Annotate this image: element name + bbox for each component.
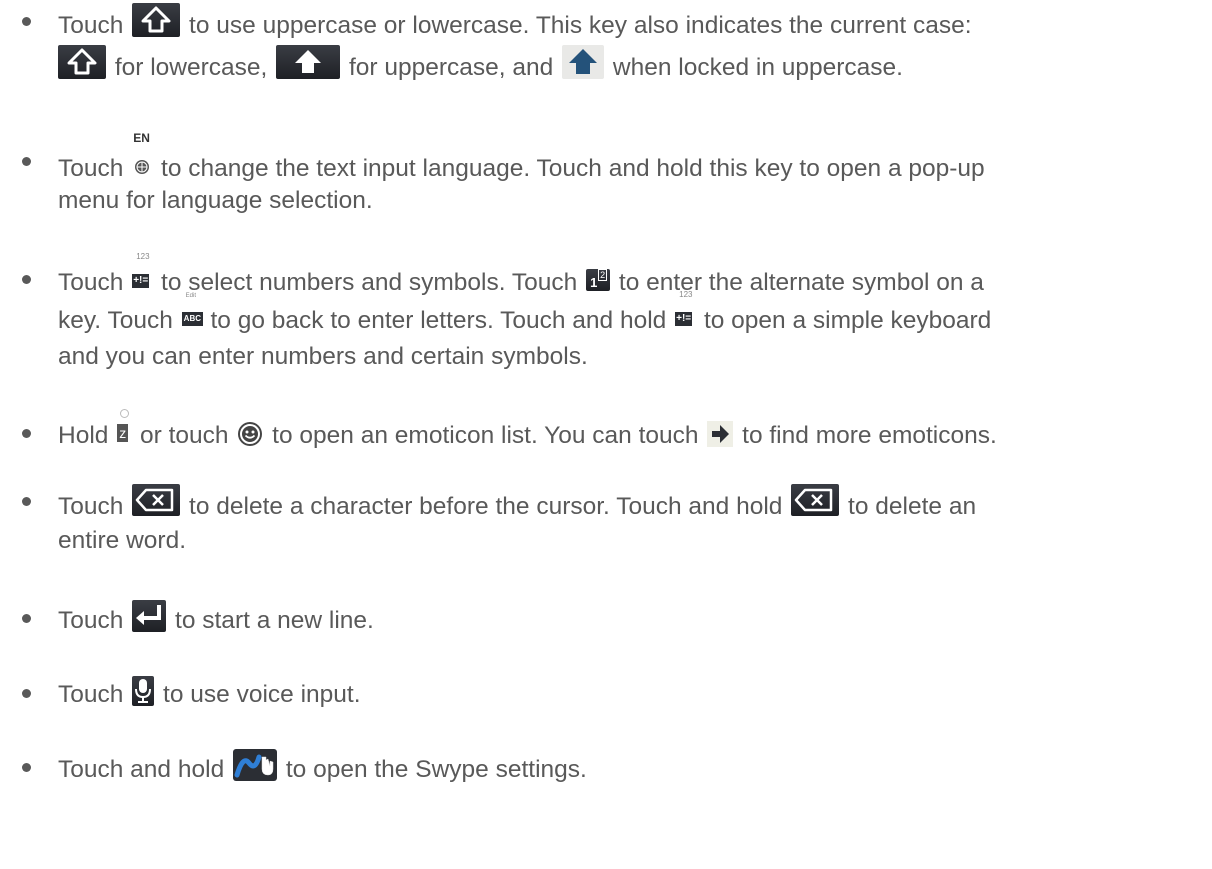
item-line: Hold z or touch to open an emoticon list… bbox=[58, 409, 1204, 453]
item-line: Touch 123 +!= to select numbers and symb… bbox=[58, 252, 1204, 300]
bullet bbox=[22, 614, 31, 623]
shift-uppercase-icon bbox=[276, 45, 341, 79]
item-line: entire word. bbox=[58, 527, 187, 554]
item-text: to delete an bbox=[848, 493, 977, 520]
shift-locked-icon bbox=[562, 45, 605, 79]
item-line: and you can enter numbers and certain sy… bbox=[58, 343, 588, 370]
key-bottom-label: ABC bbox=[181, 312, 204, 326]
bullet bbox=[22, 157, 31, 166]
smiley-icon bbox=[237, 421, 263, 447]
item-text: to use voice input. bbox=[163, 681, 361, 708]
abc-key-icon: Edit ABC bbox=[181, 293, 204, 334]
alternate-symbol-icon: 2 1 bbox=[586, 269, 611, 291]
item-line: key. Touch Edit ABC to go back to enter … bbox=[58, 290, 1204, 338]
item-text: Touch bbox=[58, 155, 124, 182]
key-top-label: 123 bbox=[679, 290, 693, 299]
item-text: Touch bbox=[58, 681, 124, 708]
bullet bbox=[22, 689, 31, 698]
item-text: Touch bbox=[58, 12, 124, 39]
item-line: for lowercase, for uppercase, and when l… bbox=[58, 45, 1204, 83]
item-line: Touch to use voice input. bbox=[58, 676, 1204, 714]
item-line: Touch to start a new line. bbox=[58, 600, 1204, 638]
item-text: key. Touch bbox=[58, 307, 173, 334]
z-key-icon: z bbox=[117, 409, 131, 449]
backspace-icon bbox=[132, 484, 181, 516]
item-text: to start a new line. bbox=[175, 607, 374, 634]
item-text: Touch and hold bbox=[58, 756, 225, 783]
item-text: to open a simple keyboard bbox=[703, 307, 992, 334]
instruction-list: Touch to use uppercase or lowercase. Thi… bbox=[0, 0, 1212, 869]
item-text: to open an emoticon list. You can touch bbox=[272, 422, 699, 449]
alt-key-superscript: 2 bbox=[598, 269, 608, 281]
language-code-label: EN bbox=[133, 131, 150, 145]
language-globe-icon: EN bbox=[132, 132, 152, 182]
item-text: to delete a character before the cursor.… bbox=[189, 493, 783, 520]
alt-key-digit: 1 bbox=[590, 275, 598, 290]
key-top-label: 123 bbox=[136, 252, 150, 261]
microphone-icon bbox=[132, 676, 155, 706]
key-top-label: Edit bbox=[185, 293, 197, 299]
bullet bbox=[22, 17, 31, 26]
symbols-key-icon: 123 +!= bbox=[132, 252, 152, 296]
bullet bbox=[22, 497, 31, 506]
item-text: to change the text input language. Touch… bbox=[161, 155, 985, 182]
shift-lowercase-icon bbox=[132, 3, 181, 37]
item-text: to open the Swype settings. bbox=[285, 756, 587, 783]
item-text: to enter the alternate symbol on a bbox=[618, 269, 984, 296]
symbols-key-icon: 123 +!= bbox=[675, 290, 695, 334]
item-line: Touch EN to change the text input langua… bbox=[58, 132, 1204, 182]
key-bottom-label: +!= bbox=[675, 312, 693, 326]
enter-icon bbox=[132, 600, 167, 632]
item-text: to select numbers and symbols. Touch bbox=[161, 269, 578, 296]
item-text: when locked in uppercase. bbox=[612, 54, 903, 81]
item-text: Touch bbox=[58, 269, 124, 296]
item-text: Hold bbox=[58, 422, 109, 449]
bullet bbox=[22, 275, 31, 284]
arrow-right-icon bbox=[707, 421, 734, 447]
smiley-hint-icon bbox=[120, 409, 130, 418]
item-line: Touch to delete a character before the c… bbox=[58, 484, 1204, 522]
item-text: Touch bbox=[58, 607, 124, 634]
item-text: to go back to enter letters. Touch and h… bbox=[210, 307, 667, 334]
item-text: to use uppercase or lowercase. This key … bbox=[189, 12, 972, 39]
item-line: menu for language selection. bbox=[58, 187, 373, 214]
shift-lowercase-icon bbox=[58, 45, 106, 79]
item-text: for uppercase, and bbox=[348, 54, 554, 81]
swype-icon bbox=[233, 749, 278, 781]
key-letter: z bbox=[117, 424, 129, 442]
item-text: Touch bbox=[58, 493, 124, 520]
item-line: Touch and hold to open the Swype setting… bbox=[58, 749, 1204, 787]
key-bottom-label: +!= bbox=[132, 274, 150, 288]
bullet bbox=[22, 429, 31, 438]
item-text: or touch bbox=[140, 422, 229, 449]
item-text: to find more emoticons. bbox=[742, 422, 997, 449]
backspace-icon bbox=[791, 484, 840, 516]
bullet bbox=[22, 763, 31, 772]
item-line: Touch to use uppercase or lowercase. Thi… bbox=[58, 3, 1204, 41]
item-text: for lowercase, bbox=[114, 54, 268, 81]
